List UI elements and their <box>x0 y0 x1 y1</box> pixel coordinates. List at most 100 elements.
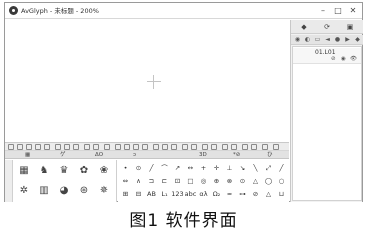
toolbar-tool-icon[interactable] <box>17 144 23 150</box>
tool-button[interactable]: ⊥ <box>223 163 236 173</box>
toolbar-tool-icon[interactable] <box>133 144 139 150</box>
tool-button[interactable]: ⊐ <box>145 176 158 186</box>
layer-tool-icon[interactable]: ◄ <box>323 36 332 44</box>
tool-button[interactable]: ⊔ <box>275 189 288 199</box>
toolbar-tool-icon[interactable] <box>35 144 41 150</box>
tool-button[interactable]: ⊙ <box>132 163 145 173</box>
maximize-button[interactable]: □ <box>331 5 345 16</box>
tool-button[interactable]: ◎ <box>197 176 210 186</box>
tool-button[interactable]: ⊡ <box>171 176 184 186</box>
tool-button[interactable]: abc <box>184 189 197 199</box>
tool-button[interactable]: ∧ <box>132 176 145 186</box>
tool-button[interactable]: + <box>197 163 210 173</box>
tool-button[interactable]: ╱ <box>145 163 158 173</box>
tool-button[interactable]: ⊘ <box>249 189 262 199</box>
toolbar-tool-icon[interactable] <box>124 144 130 150</box>
tab-3d[interactable]: 3D <box>199 151 207 159</box>
tool-button[interactable]: ⊞ <box>119 189 132 199</box>
toolbar-tool-icon[interactable] <box>242 144 248 150</box>
toolbar-tool-icon[interactable] <box>64 144 70 150</box>
toolbar-tool-icon[interactable] <box>142 144 148 150</box>
drawing-canvas[interactable] <box>5 20 289 142</box>
tool-button[interactable]: ⊕ <box>210 176 223 186</box>
tab-properties[interactable]: ▣ <box>340 21 360 33</box>
tool-button[interactable]: ⤢ <box>262 163 275 173</box>
tab-history[interactable]: ⟳ <box>317 21 337 33</box>
tool-button[interactable]: ↘ <box>236 163 249 173</box>
toolbar-tool-icon[interactable] <box>202 144 208 150</box>
tool-button[interactable]: ↗ <box>171 163 184 173</box>
minimize-button[interactable]: – <box>316 5 330 16</box>
tool-button[interactable]: Ω₂ <box>210 189 223 199</box>
toolbar-tool-icon[interactable] <box>222 144 228 150</box>
toolbar-tool-icon[interactable] <box>162 144 168 150</box>
toolbar-tool-icon[interactable] <box>73 144 79 150</box>
toolbar-tool-icon[interactable] <box>251 144 257 150</box>
tool-button[interactable]: αλ <box>197 189 210 199</box>
lock-icon[interactable]: ⊘ <box>331 56 336 63</box>
tool-button[interactable]: ⇔ <box>119 176 132 186</box>
toolbar-tool-icon[interactable] <box>104 144 110 150</box>
gallery-item[interactable]: ⊛ <box>76 183 92 199</box>
layer-tool-icon[interactable]: ▭ <box>313 36 322 44</box>
layer-tool-icon[interactable]: ● <box>333 36 342 44</box>
layer-tool-icon[interactable]: ◆ <box>353 36 362 44</box>
tool-button[interactable]: AB <box>145 189 158 199</box>
tool-button[interactable]: ≈ <box>223 189 236 199</box>
tab-strokes[interactable]: ゲ <box>60 151 66 159</box>
tool-button[interactable]: ⊏ <box>158 176 171 186</box>
toolbar-tool-icon[interactable] <box>8 144 14 150</box>
tab-misc[interactable]: ひ <box>267 151 273 159</box>
gallery-item[interactable]: ◕ <box>56 183 72 199</box>
toolbar-tool-icon[interactable] <box>191 144 197 150</box>
target-icon[interactable]: ◉ <box>341 56 346 63</box>
tool-button[interactable]: ↔ <box>184 163 197 173</box>
gallery-item[interactable]: ▦ <box>16 163 32 179</box>
toolbar-tool-icon[interactable] <box>44 144 50 150</box>
tool-button[interactable]: ⊙ <box>236 176 249 186</box>
tool-button[interactable]: ⌒ <box>158 163 171 173</box>
tab-effects[interactable]: *⊘ <box>233 151 240 159</box>
tool-button[interactable]: ✛ <box>210 163 223 173</box>
layer-tool-icon[interactable]: ▶ <box>343 36 352 44</box>
toolbar-tool-icon[interactable] <box>182 144 188 150</box>
tab-curves[interactable]: ↄ <box>133 151 136 159</box>
gallery-item[interactable]: ✵ <box>96 183 112 199</box>
toolbar-tool-icon[interactable] <box>153 144 159 150</box>
gallery-item[interactable]: ▥ <box>36 183 52 199</box>
toolbar-tool-icon[interactable] <box>273 144 279 150</box>
toolbar-tool-icon[interactable] <box>26 144 32 150</box>
tool-button[interactable]: □ <box>184 176 197 186</box>
toolbar-tool-icon[interactable] <box>55 144 61 150</box>
toolbar-tool-icon[interactable] <box>93 144 99 150</box>
toolbar-tool-icon[interactable] <box>115 144 121 150</box>
tool-button[interactable]: △ <box>262 189 275 199</box>
toolbar-tool-icon[interactable] <box>262 144 268 150</box>
tab-shapes[interactable]: ΔO <box>95 151 103 159</box>
gallery-item[interactable]: ✿ <box>76 163 92 179</box>
toolbar-tool-icon[interactable] <box>171 144 177 150</box>
gallery-item[interactable]: ♞ <box>36 163 52 179</box>
gallery-item[interactable]: ❀ <box>96 163 112 179</box>
tool-button[interactable]: ╱ <box>275 163 288 173</box>
tool-button[interactable]: ⊶ <box>236 189 249 199</box>
toolbar-tool-icon[interactable] <box>211 144 217 150</box>
close-button[interactable]: ✕ <box>346 5 360 16</box>
tab-gallery[interactable]: ▦ <box>25 151 30 159</box>
tool-button[interactable]: ⊟ <box>132 189 145 199</box>
tab-layers[interactable]: ◆ <box>294 21 314 33</box>
toolbar-tool-icon[interactable] <box>84 144 90 150</box>
gallery-item[interactable]: ♛ <box>56 163 72 179</box>
tool-button[interactable]: ○ <box>275 176 288 186</box>
tool-button[interactable]: 123 <box>171 189 184 199</box>
tool-button[interactable]: ◯ <box>262 176 275 186</box>
gallery-item[interactable]: ✲ <box>16 183 32 199</box>
toolbar-tool-icon[interactable] <box>231 144 237 150</box>
tool-button[interactable]: ⊗ <box>223 176 236 186</box>
tool-button[interactable]: • <box>119 163 132 173</box>
layer-row[interactable]: 01.L01 ⊘ ◉ 👁 <box>293 48 361 64</box>
layer-tool-icon[interactable]: ◉ <box>293 36 302 44</box>
visibility-icon[interactable]: 👁 <box>350 56 357 63</box>
layer-tool-icon[interactable]: ◐ <box>303 36 312 44</box>
tool-button[interactable]: L₁ <box>158 189 171 199</box>
